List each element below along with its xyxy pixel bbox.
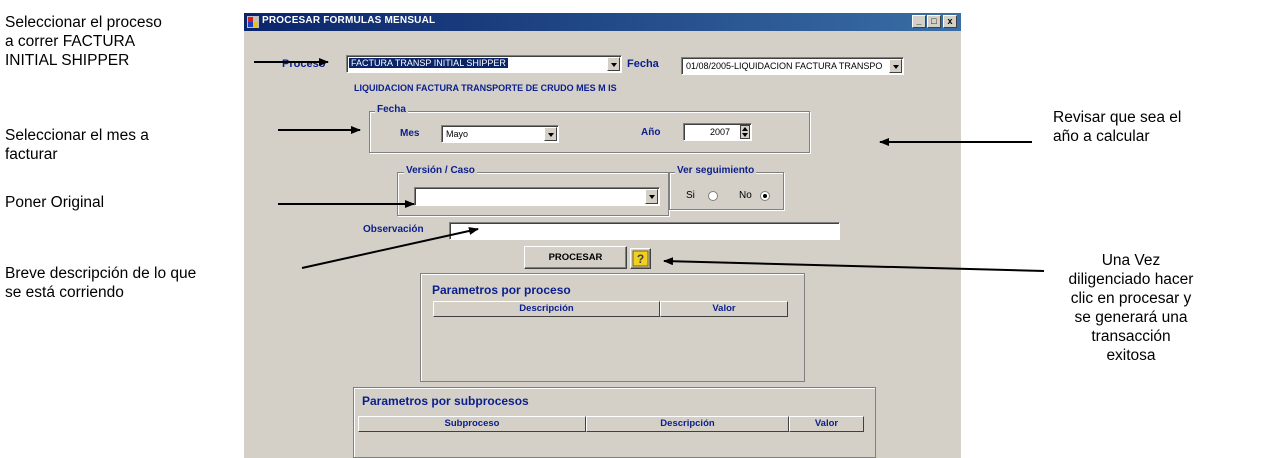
observacion-input[interactable] <box>449 222 840 240</box>
si-label: Si <box>686 190 695 201</box>
svg-text:?: ? <box>637 252 644 266</box>
version-select[interactable] <box>414 187 660 206</box>
spinner-arrows-icon[interactable] <box>740 125 750 139</box>
proceso-select[interactable]: FACTURA TRANSP INITIAL SHIPPER <box>346 55 622 73</box>
column-header-valor[interactable]: Valor <box>789 416 864 432</box>
parametros-subprocesos-title: Parametros por subprocesos <box>362 394 529 408</box>
close-button[interactable]: x <box>943 15 957 28</box>
callout-line: Seleccionar el proceso <box>5 14 162 31</box>
callout-mes: Seleccionar el mes a facturar <box>5 126 149 164</box>
mes-label: Mes <box>400 128 420 139</box>
procesar-formulas-window: PROCESAR FORMULAS MENSUAL _ □ x Proceso … <box>244 13 961 458</box>
parametros-proceso-panel: Parametros por proceso Descripción Valor <box>420 273 805 382</box>
maximize-button[interactable]: □ <box>927 15 941 28</box>
callout-original: Poner Original <box>5 193 104 212</box>
column-header-descripcion[interactable]: Descripción <box>586 416 789 432</box>
anio-value: 2007 <box>710 127 731 137</box>
callout-line: se está corriendo <box>5 284 124 301</box>
proceso-select-value: FACTURA TRANSP INITIAL SHIPPER <box>349 58 508 68</box>
callout-line: se generará una <box>1074 309 1188 326</box>
callout-line: Una Vez <box>1101 252 1161 269</box>
minimize-button[interactable]: _ <box>912 15 926 28</box>
callout-line: a correr FACTURA <box>5 33 136 50</box>
chevron-down-icon[interactable] <box>607 57 620 71</box>
seguimiento-group-title: Ver seguimiento <box>675 165 757 176</box>
no-radio[interactable] <box>760 191 770 201</box>
callout-line: facturar <box>5 146 58 163</box>
callout-line: transacción <box>1091 328 1171 345</box>
callout-line: exitosa <box>1106 347 1156 364</box>
callout-line: diligenciado hacer <box>1068 271 1194 288</box>
no-label: No <box>739 190 752 201</box>
observacion-label: Observación <box>363 224 424 235</box>
callout-anio: Revisar que sea el año a calcular <box>1053 108 1181 146</box>
column-header-descripcion[interactable]: Descripción <box>433 301 660 317</box>
chevron-down-icon[interactable] <box>544 127 557 141</box>
callout-line: INITIAL SHIPPER <box>5 52 130 69</box>
callout-line: Breve descripción de lo que <box>5 265 197 282</box>
fecha-label: Fecha <box>627 58 659 70</box>
fecha-select-value: 01/08/2005-LIQUIDACION FACTURA TRANSPO <box>686 61 883 71</box>
proceso-description: LIQUIDACION FACTURA TRANSPORTE DE CRUDO … <box>354 83 617 93</box>
callout-line: clic en procesar y <box>1070 290 1192 307</box>
callout-line: Poner Original <box>5 194 105 211</box>
chevron-down-icon[interactable] <box>889 59 902 73</box>
parametros-subprocesos-panel: Parametros por subprocesos Subproceso De… <box>353 387 876 458</box>
procesar-button[interactable]: PROCESAR <box>524 246 627 269</box>
fecha-select[interactable]: 01/08/2005-LIQUIDACION FACTURA TRANSPO <box>681 57 904 75</box>
window-title: PROCESAR FORMULAS MENSUAL <box>262 15 436 26</box>
callout-proceso: Seleccionar el proceso a correr FACTURA … <box>5 13 162 70</box>
callout-line: año a calcular <box>1053 128 1150 145</box>
callout-procesar: Una Vez diligenciado hacer clic en proce… <box>1056 251 1206 365</box>
parametros-proceso-title: Parametros por proceso <box>432 283 571 297</box>
app-icon <box>247 16 259 28</box>
chevron-down-icon[interactable] <box>645 189 658 204</box>
parametros-subprocesos-header: Subproceso Descripción Valor <box>358 416 864 432</box>
column-header-subproceso[interactable]: Subproceso <box>358 416 586 432</box>
anio-label: Año <box>641 127 661 138</box>
callout-descripcion: Breve descripción de lo que se está corr… <box>5 264 196 302</box>
callout-line: Seleccionar el mes a <box>5 127 149 144</box>
help-button[interactable]: ? <box>630 248 651 269</box>
proceso-label: Proceso <box>282 58 326 70</box>
mes-select-value: Mayo <box>446 129 469 139</box>
parametros-proceso-header: Descripción Valor <box>433 301 788 317</box>
si-radio[interactable] <box>708 191 718 201</box>
anio-spinner[interactable]: 2007 <box>683 123 752 141</box>
column-header-valor[interactable]: Valor <box>660 301 788 317</box>
callout-line: Revisar que sea el <box>1053 109 1182 126</box>
title-bar: PROCESAR FORMULAS MENSUAL _ □ x <box>244 13 961 31</box>
help-icon: ? <box>632 250 649 267</box>
mes-select[interactable]: Mayo <box>441 125 559 143</box>
version-group-title: Versión / Caso <box>404 165 477 176</box>
fecha-group-title: Fecha <box>375 104 408 115</box>
